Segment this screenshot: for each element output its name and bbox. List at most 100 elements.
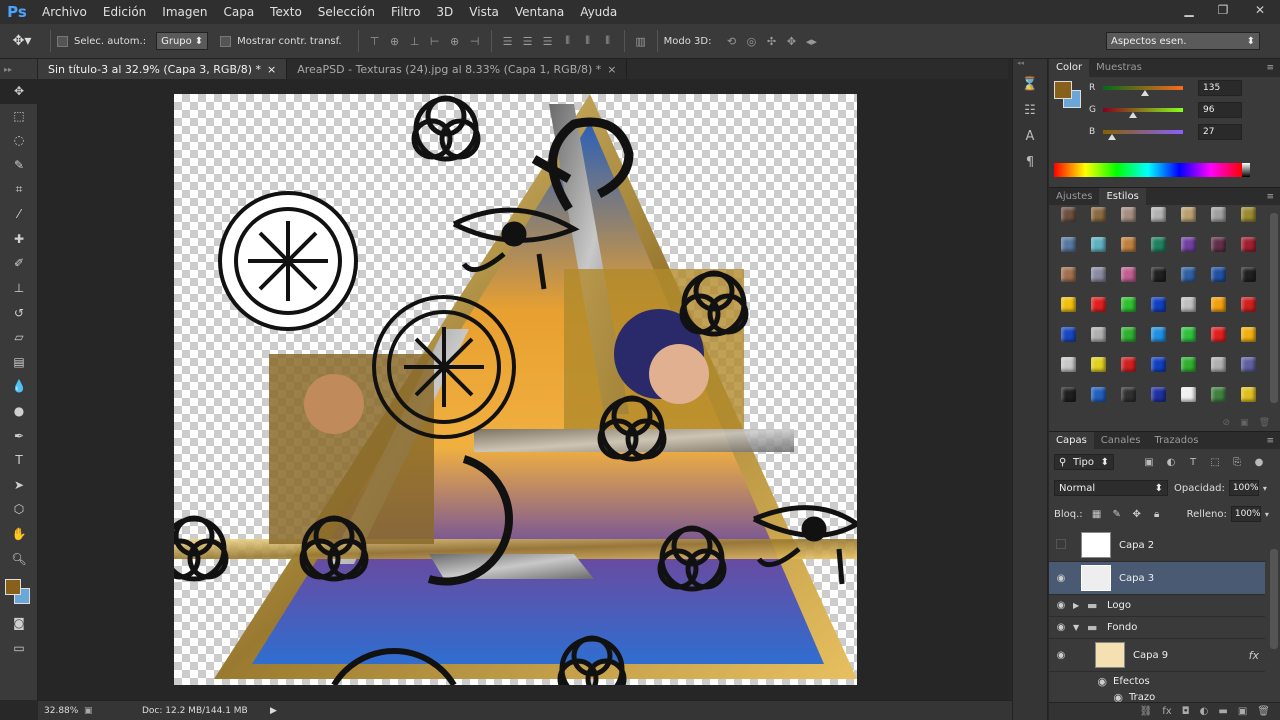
history-brush-tool-icon[interactable]: ↺ bbox=[0, 300, 38, 325]
style-swatch[interactable] bbox=[1233, 409, 1263, 415]
style-swatch[interactable] bbox=[1173, 205, 1203, 229]
style-swatch[interactable] bbox=[1083, 289, 1113, 319]
style-swatch[interactable] bbox=[1083, 409, 1113, 415]
filter-shape-icon[interactable]: ⬚ bbox=[1204, 457, 1226, 468]
eye-icon[interactable]: ◉ bbox=[1049, 622, 1073, 633]
style-swatch[interactable] bbox=[1113, 349, 1143, 379]
distribute-right-icon[interactable]: ⫴ bbox=[598, 31, 618, 51]
style-swatch[interactable] bbox=[1143, 205, 1173, 229]
opacity-input[interactable]: 100% bbox=[1228, 480, 1259, 496]
style-swatch[interactable] bbox=[1203, 379, 1233, 409]
style-swatch[interactable] bbox=[1083, 205, 1113, 229]
show-transform-checkbox[interactable] bbox=[220, 35, 232, 47]
style-swatch[interactable] bbox=[1083, 319, 1113, 349]
document-canvas[interactable] bbox=[174, 94, 857, 685]
document-tab[interactable]: Sin título-3 al 32.9% (Capa 3, RGB/8) * × bbox=[38, 59, 288, 79]
layer-name[interactable]: Capa 9 bbox=[1133, 650, 1168, 661]
layer-name[interactable]: Capa 3 bbox=[1119, 573, 1154, 584]
history-panel-icon[interactable]: ⌛ bbox=[1013, 71, 1047, 97]
quick-mask-icon[interactable]: ◙ bbox=[0, 611, 38, 636]
link-layers-icon[interactable]: ⛓ bbox=[1140, 706, 1153, 717]
style-swatch[interactable] bbox=[1233, 379, 1263, 409]
b-slider[interactable] bbox=[1103, 130, 1183, 140]
marquee-tool-icon[interactable]: ⬚ bbox=[0, 104, 38, 129]
eyedropper-tool-icon[interactable]: ⁄ bbox=[0, 202, 38, 227]
g-slider-thumb[interactable] bbox=[1129, 112, 1138, 118]
fx-icon[interactable]: fx bbox=[1249, 649, 1259, 662]
filter-smart-icon[interactable]: ⎘ bbox=[1226, 457, 1248, 468]
r-slider[interactable] bbox=[1103, 86, 1183, 96]
path-select-tool-icon[interactable]: ➤ bbox=[0, 473, 38, 498]
canvas-area[interactable] bbox=[38, 79, 1008, 700]
effects-eye-icon[interactable]: ◉ bbox=[1049, 675, 1113, 688]
document-profile-icon[interactable]: ▣ bbox=[84, 706, 102, 716]
menu-selecci-n[interactable]: Selección bbox=[310, 0, 383, 24]
group-row-fondo[interactable]: ◉ ▼ ▬ Fondo bbox=[1049, 617, 1265, 639]
rotate-3d-icon[interactable]: ⟲ bbox=[721, 31, 741, 51]
style-swatch[interactable] bbox=[1173, 319, 1203, 349]
new-group-icon[interactable]: ▬ bbox=[1218, 706, 1227, 717]
style-swatch[interactable] bbox=[1143, 349, 1173, 379]
roll-3d-icon[interactable]: ◎ bbox=[741, 31, 761, 51]
fill-dropdown-icon[interactable]: ▾ bbox=[1265, 510, 1269, 519]
filter-pixel-icon[interactable]: ▣ bbox=[1138, 457, 1160, 468]
style-swatch[interactable] bbox=[1173, 289, 1203, 319]
group-row-logo[interactable]: ◉ ▶ ▬ Logo bbox=[1049, 595, 1265, 617]
style-swatch[interactable] bbox=[1053, 259, 1083, 289]
auto-select-dropdown[interactable]: Grupo ⬍ bbox=[156, 32, 209, 50]
paragraph-panel-icon[interactable]: ¶ bbox=[1013, 149, 1047, 175]
scale-3d-icon[interactable]: ◂▸ bbox=[801, 31, 821, 51]
align-bottom-icon[interactable]: ⊥ bbox=[405, 31, 425, 51]
distribute-vcenter-icon[interactable]: ☰ bbox=[518, 31, 538, 51]
style-swatch[interactable] bbox=[1143, 319, 1173, 349]
hand-tool-icon[interactable]: ✋ bbox=[0, 522, 38, 547]
style-swatch[interactable] bbox=[1053, 349, 1083, 379]
panel-menu-icon[interactable]: ≡ bbox=[1266, 436, 1274, 446]
style-swatch[interactable] bbox=[1203, 259, 1233, 289]
menu-capa[interactable]: Capa bbox=[215, 0, 262, 24]
filter-type-icon[interactable]: T bbox=[1182, 457, 1204, 468]
style-swatch[interactable] bbox=[1053, 409, 1083, 415]
shape-tool-icon[interactable]: ⬡ bbox=[0, 497, 38, 522]
align-right-icon[interactable]: ⊣ bbox=[465, 31, 485, 51]
tab-styles[interactable]: Estilos bbox=[1099, 187, 1146, 206]
menu-vista[interactable]: Vista bbox=[461, 0, 507, 24]
style-swatch[interactable] bbox=[1083, 259, 1113, 289]
layer-row-capa-3[interactable]: ◉ Capa 3 bbox=[1049, 562, 1265, 595]
layer-filter-dropdown[interactable]: ⚲ Tipo ⬍ bbox=[1054, 454, 1114, 470]
r-value-input[interactable]: 135 bbox=[1198, 80, 1242, 96]
menu-3d[interactable]: 3D bbox=[428, 0, 461, 24]
style-swatch[interactable] bbox=[1143, 379, 1173, 409]
lock-pixels-icon[interactable]: ✎ bbox=[1107, 509, 1127, 520]
menu-filtro[interactable]: Filtro bbox=[383, 0, 428, 24]
delete-layer-icon[interactable]: 🗑︎ bbox=[1257, 706, 1270, 717]
menu-imagen[interactable]: Imagen bbox=[154, 0, 215, 24]
style-swatch[interactable] bbox=[1173, 379, 1203, 409]
tab-adjustments[interactable]: Ajustes bbox=[1049, 188, 1099, 206]
style-swatch[interactable] bbox=[1203, 289, 1233, 319]
style-swatch[interactable] bbox=[1053, 379, 1083, 409]
tab-swatches[interactable]: Muestras bbox=[1089, 59, 1149, 77]
document-tab[interactable]: AreaPSD - Texturas (24).jpg al 8.33% (Ca… bbox=[287, 59, 628, 79]
style-swatch[interactable] bbox=[1233, 289, 1263, 319]
style-swatch[interactable] bbox=[1143, 229, 1173, 259]
restore-button[interactable]: ❐ bbox=[1206, 0, 1240, 20]
add-mask-icon[interactable]: ◘ bbox=[1182, 706, 1190, 717]
distribute-top-icon[interactable]: ☰ bbox=[498, 31, 518, 51]
style-swatch[interactable] bbox=[1203, 319, 1233, 349]
style-swatch[interactable] bbox=[1143, 259, 1173, 289]
style-swatch[interactable] bbox=[1053, 205, 1083, 229]
pen-tool-icon[interactable]: ✒ bbox=[0, 423, 38, 448]
style-swatch[interactable] bbox=[1143, 289, 1173, 319]
layer-name[interactable]: Capa 2 bbox=[1119, 540, 1154, 551]
style-swatch[interactable] bbox=[1173, 349, 1203, 379]
dodge-tool-icon[interactable]: ● bbox=[0, 399, 38, 424]
zoom-tool-icon[interactable]: 🔍︎ bbox=[0, 546, 38, 571]
adjustment-layer-icon[interactable]: ◐ bbox=[1200, 706, 1209, 717]
align-vcenter-icon[interactable]: ⊕ bbox=[385, 31, 405, 51]
style-swatch[interactable] bbox=[1233, 319, 1263, 349]
align-top-icon[interactable]: ⊤ bbox=[365, 31, 385, 51]
style-swatch[interactable] bbox=[1173, 259, 1203, 289]
style-swatch[interactable] bbox=[1233, 229, 1263, 259]
style-swatch[interactable] bbox=[1083, 349, 1113, 379]
